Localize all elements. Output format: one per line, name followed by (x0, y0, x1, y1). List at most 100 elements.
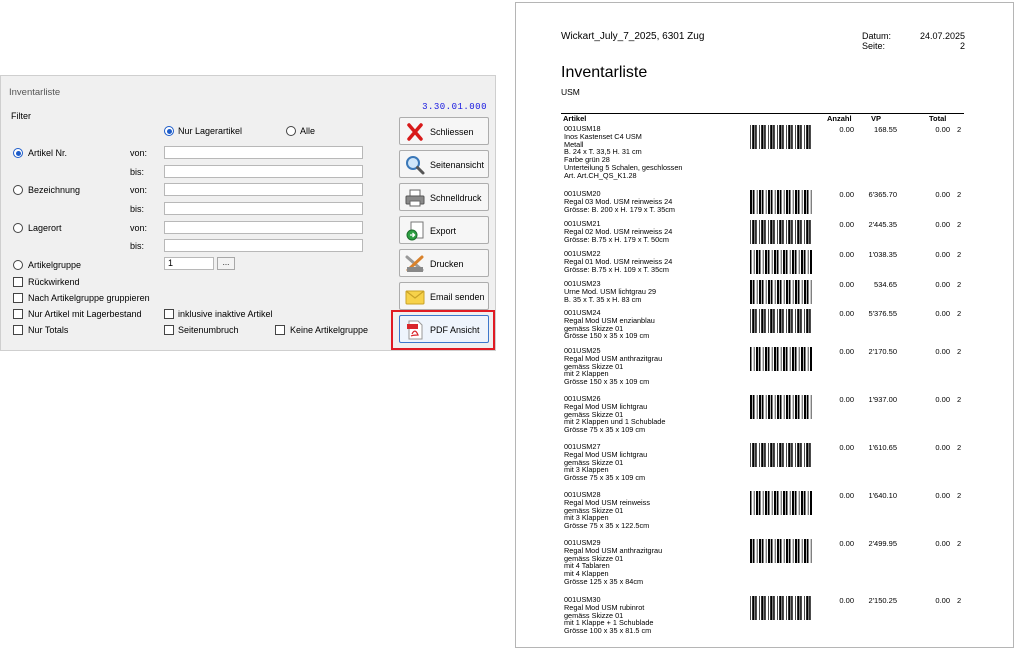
barcode-bar (786, 395, 789, 419)
seitenansicht-button[interactable]: Seitenansicht (399, 150, 489, 178)
checkbox-inaktive-artikel[interactable] (164, 309, 174, 319)
report-seite-value: 2 (959, 41, 965, 51)
barcode-bar (786, 220, 787, 244)
checkbox-nur-lagerbestand[interactable] (13, 309, 23, 319)
barcode-bar (755, 309, 757, 333)
barcode-bar (773, 443, 775, 467)
keine-artikelgruppe-label[interactable]: Keine Artikelgruppe (290, 325, 368, 335)
item-description-line: B. 35 x T. 35 x H. 83 cm (564, 294, 642, 304)
barcode-bar (789, 539, 791, 563)
schliessen-button[interactable]: Schliessen (399, 117, 489, 145)
lagerort-von-input[interactable] (164, 221, 363, 234)
nur-lagerbestand-label[interactable]: Nur Artikel mit Lagerbestand (28, 309, 142, 319)
barcode-bar (807, 190, 809, 214)
barcode-bar (792, 347, 795, 371)
barcode-bar (756, 190, 758, 214)
barcode-bar (798, 539, 800, 563)
barcode-bar (779, 596, 782, 620)
export-button[interactable]: Export (399, 216, 489, 244)
barcode-bar (795, 190, 798, 214)
artikelgruppe-input[interactable]: 1 (164, 257, 214, 270)
barcode-bar (755, 220, 757, 244)
barcode-bar (777, 190, 780, 214)
item-page: 2 (957, 220, 962, 229)
checkbox-rueckwirkend[interactable] (13, 277, 23, 287)
barcode-bar (809, 443, 811, 467)
item-vp: 2'499.95 (868, 539, 897, 548)
bezeichnung-label[interactable]: Bezeichnung (28, 185, 80, 195)
nach-artikelgruppe-label[interactable]: Nach Artikelgruppe gruppieren (28, 293, 150, 303)
artikel-nr-label[interactable]: Artikel Nr. (28, 148, 67, 158)
artikel-nr-bis-input[interactable] (164, 165, 363, 178)
barcode-bar (773, 596, 775, 620)
lagerort-bis-input[interactable] (164, 239, 363, 252)
radio-alle-label[interactable]: Alle (300, 126, 315, 136)
barcode-bar (804, 443, 805, 467)
barcode-bar (752, 309, 755, 333)
bezeichnung-von-input[interactable] (164, 183, 363, 196)
report-seite-label: Seite: (862, 41, 886, 51)
barcode-bar (753, 280, 755, 304)
inaktive-artikel-label[interactable]: inklusive inaktive Artikel (178, 309, 273, 319)
schnelldruck-button[interactable]: Schnelldruck (399, 183, 489, 211)
item-barcode (750, 280, 812, 304)
artikelgruppe-label[interactable]: Artikelgruppe (28, 260, 81, 270)
item-page: 2 (957, 347, 962, 356)
seitenumbruch-label[interactable]: Seitenumbruch (178, 325, 239, 335)
item-page: 2 (957, 443, 962, 452)
item-barcode (750, 220, 811, 244)
checkbox-keine-artikelgruppe[interactable] (275, 325, 285, 335)
item-anzahl: 0.00 (839, 190, 854, 199)
barcode-bar (771, 280, 773, 304)
barcode-bar (798, 250, 800, 274)
radio-nur-lagerartikel[interactable] (164, 126, 174, 136)
artikel-nr-von-input[interactable] (164, 146, 363, 159)
barcode-bar (765, 491, 768, 515)
checkbox-nach-artikelgruppe[interactable] (13, 293, 23, 303)
report-company: Wickart_July_7_2025, 6301 Zug (561, 31, 705, 42)
barcode-bar (750, 539, 753, 563)
rueckwirkend-label[interactable]: Rückwirkend (28, 277, 80, 287)
checkbox-seitenumbruch[interactable] (164, 325, 174, 335)
artikel-nr-von-label: von: (130, 148, 148, 158)
checkbox-nur-totals[interactable] (13, 325, 23, 335)
envelope-icon (404, 286, 426, 308)
barcode-bar (774, 539, 776, 563)
barcode-bar (761, 443, 764, 467)
barcode-bar (791, 220, 793, 244)
barcode-bar (800, 596, 802, 620)
radio-alle[interactable] (286, 126, 296, 136)
radio-artikelgruppe[interactable] (13, 260, 23, 270)
barcode-bar (782, 309, 784, 333)
item-anzahl: 0.00 (839, 220, 854, 229)
radio-artikel-nr[interactable] (13, 148, 23, 158)
item-total: 0.00 (935, 347, 950, 356)
drucken-button[interactable]: Drucken (399, 249, 489, 277)
item-description: 001USM29 Regal Mod USM anthrazitgrau gemäs… (564, 539, 662, 586)
barcode-bar (759, 250, 761, 274)
barcode-bar (780, 539, 782, 563)
barcode-bar (756, 539, 758, 563)
barcode-bar (762, 280, 764, 304)
radio-nur-lagerartikel-label[interactable]: Nur Lagerartikel (178, 126, 242, 136)
email-senden-button[interactable]: Email senden (399, 282, 489, 310)
barcode-bar (765, 280, 767, 304)
item-anzahl: 0.00 (839, 395, 854, 404)
barcode-bar (759, 491, 761, 515)
lagerort-label[interactable]: Lagerort (28, 223, 62, 233)
nur-totals-label[interactable]: Nur Totals (28, 325, 68, 335)
item-total: 0.00 (935, 220, 950, 229)
version-label: 3.30.01.000 (422, 102, 487, 112)
item-vp: 5'376.55 (868, 309, 897, 318)
item-page: 2 (957, 596, 962, 605)
radio-lagerort[interactable] (13, 223, 23, 233)
pdf-button-highlight-box (391, 310, 495, 350)
bezeichnung-bis-input[interactable] (164, 202, 363, 215)
item-total: 0.00 (935, 443, 950, 452)
barcode-bar (798, 491, 800, 515)
artikelgruppe-browse-button[interactable]: ... (217, 257, 235, 270)
item-description-line: Grösse 150 x 35 x 109 cm (564, 331, 650, 341)
barcode-bar (759, 190, 762, 214)
radio-bezeichnung[interactable] (13, 185, 23, 195)
barcode-bar (750, 596, 751, 620)
